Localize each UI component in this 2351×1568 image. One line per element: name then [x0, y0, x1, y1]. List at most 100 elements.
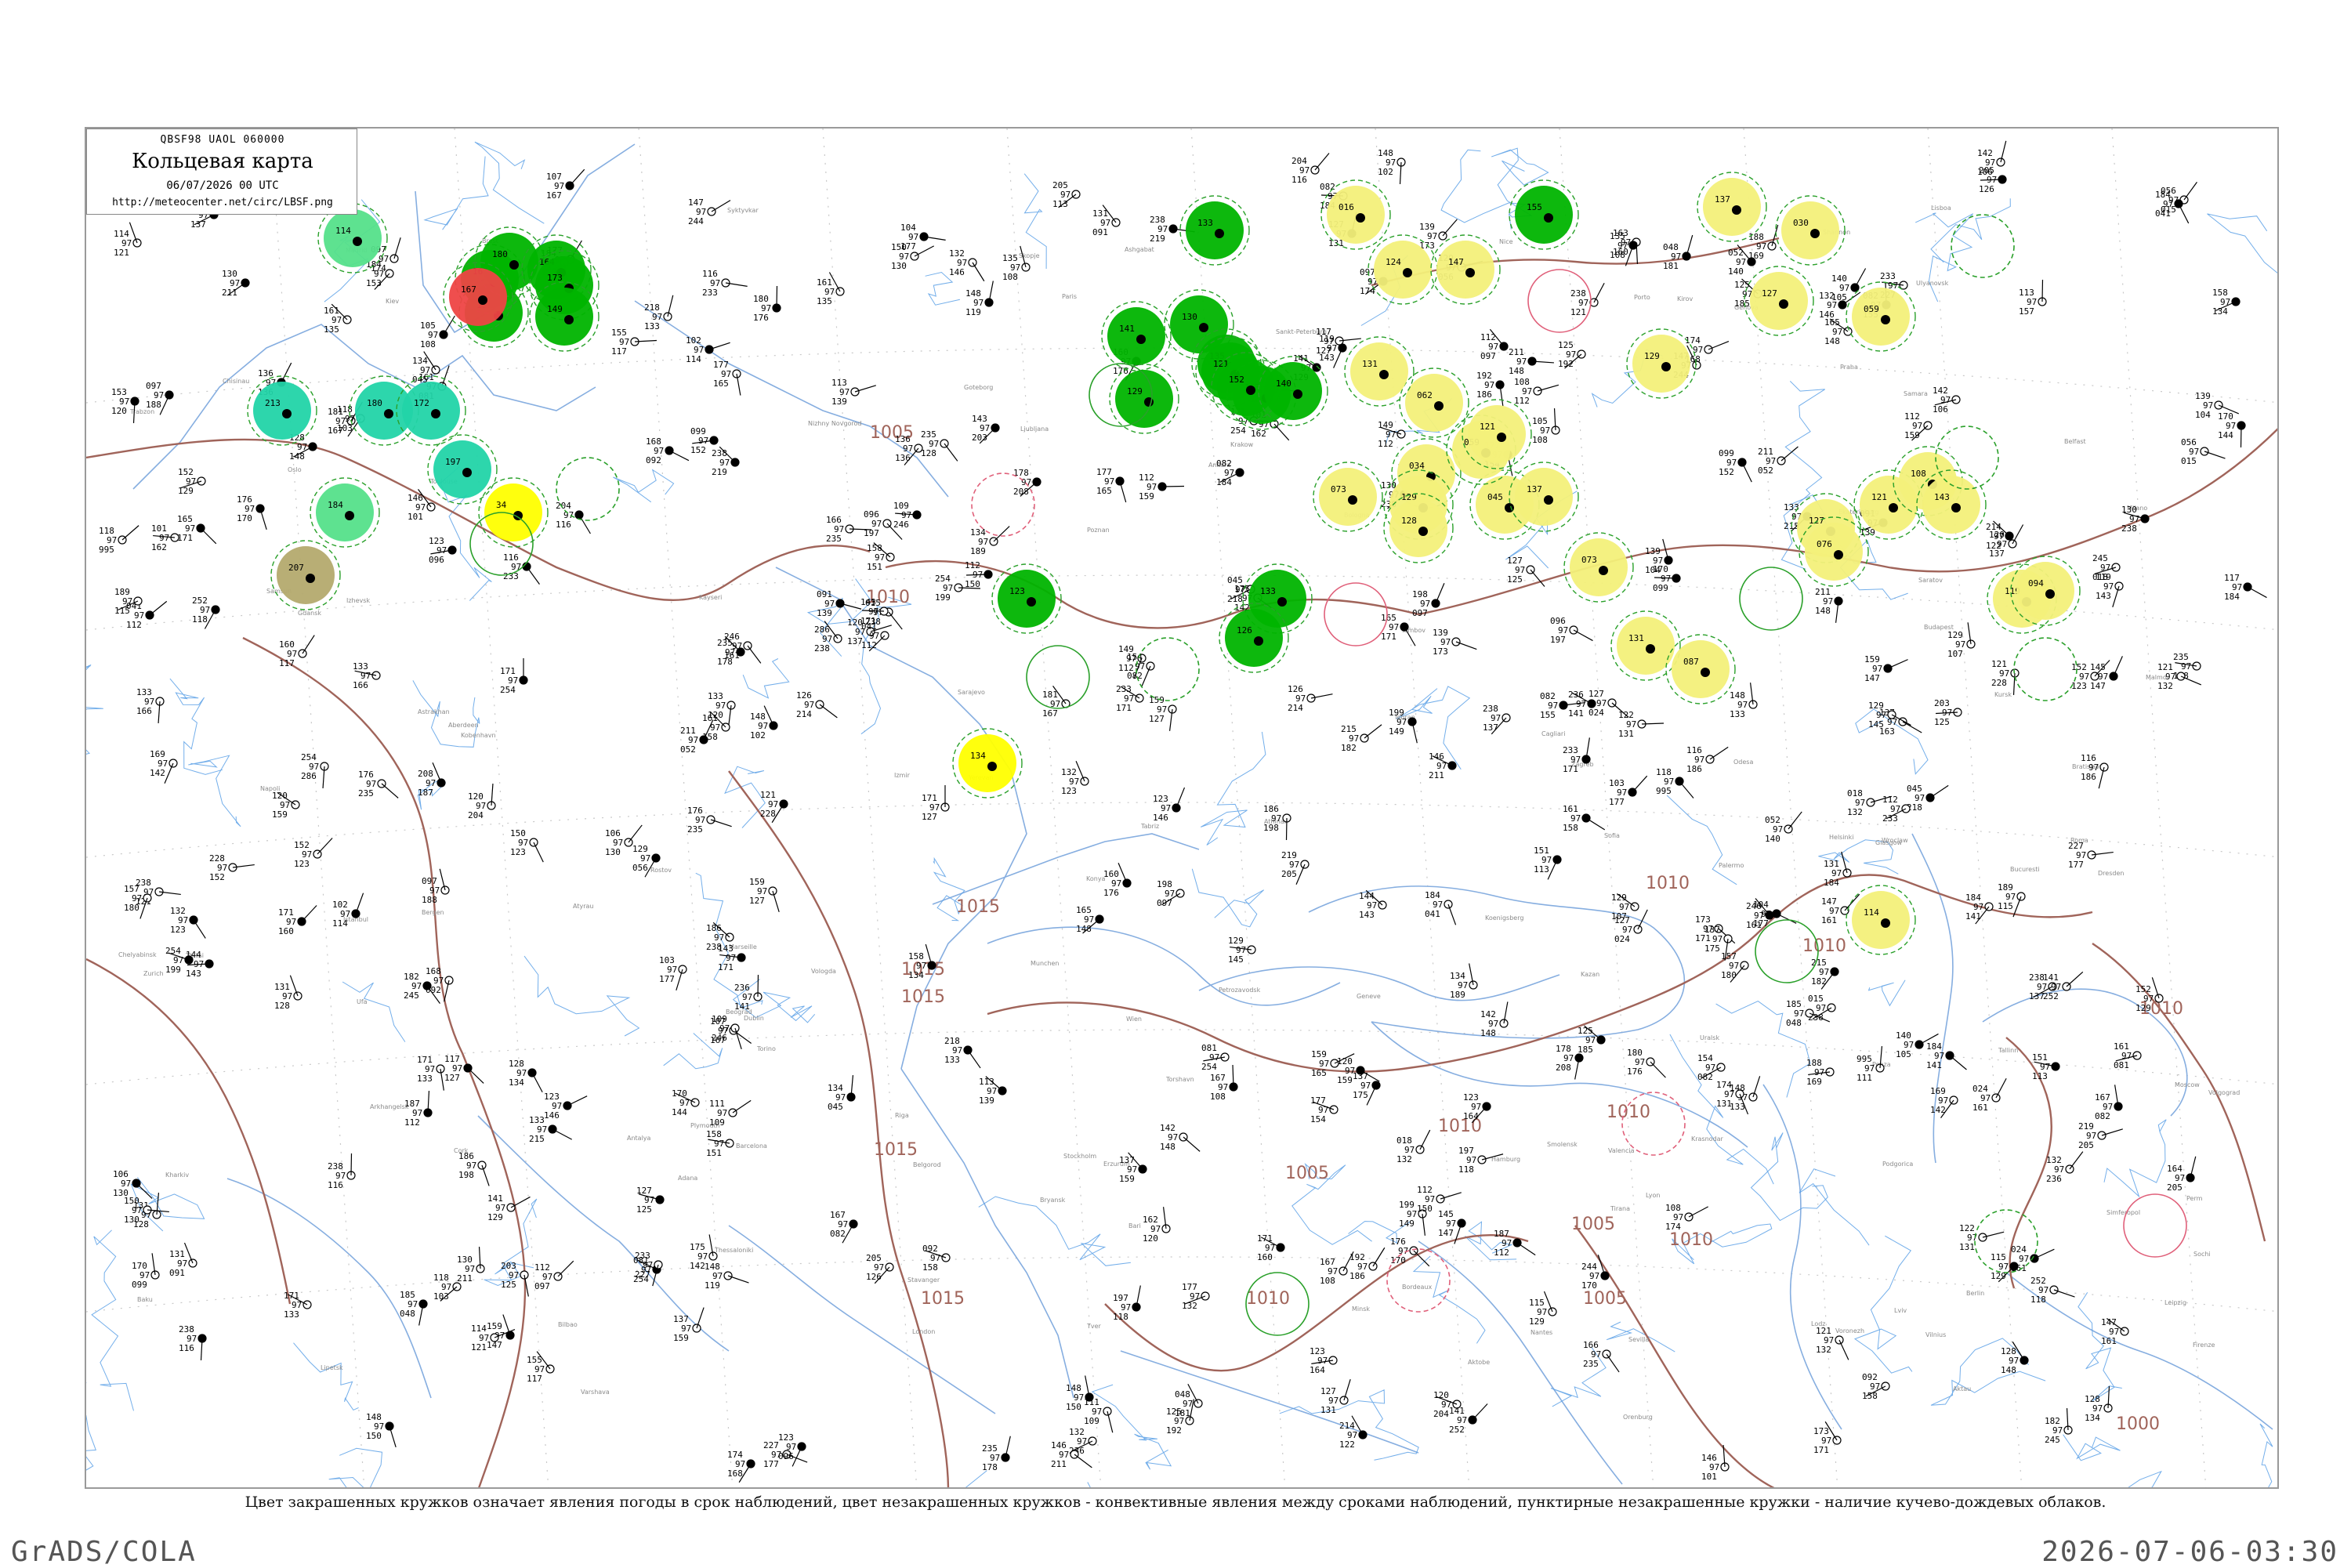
wind-barb [2102, 1129, 2123, 1135]
station-pressure: 126 [866, 1272, 882, 1282]
wind-barb [1930, 785, 1948, 798]
station-plot: 11297159 [1139, 473, 1184, 502]
station-pressure: 148 [1160, 1142, 1176, 1152]
place-name: Krasnodar [1691, 1135, 1724, 1143]
station-plot: 23697141 [734, 975, 762, 1012]
station-pressure: 134 [2212, 306, 2228, 317]
station-pressure: 148 [1509, 366, 1524, 376]
place-name: Poznan [1087, 527, 1110, 534]
weather-circle: 167 [444, 263, 513, 331]
river [1855, 1236, 1912, 1373]
station-circle [1810, 229, 1820, 238]
place-name: Munchen [1031, 960, 1060, 967]
wind-barb [1274, 424, 1289, 440]
station-plot: 23897121 [1570, 283, 1604, 317]
station-plot: 21997205 [1281, 850, 1309, 885]
station-circle [1497, 433, 1506, 442]
station-circle [1277, 597, 1287, 607]
station-plot: 21597182 [1341, 724, 1382, 753]
station-circle [1379, 370, 1389, 379]
station-pressure: 189 [1450, 990, 1465, 1000]
weather-circle-label: 108 [1911, 469, 1926, 479]
station-plot: 12797131 [1320, 1379, 1350, 1415]
wind-barb [1436, 583, 1444, 603]
station-pressure: 169 [1748, 251, 1764, 261]
station-plot: 23897116 [328, 1153, 355, 1190]
place-name: Perm [2186, 1195, 2203, 1202]
station-pressure: 133 [944, 1055, 960, 1065]
station-pressure: 148 [1815, 606, 1831, 616]
river [1414, 1256, 1485, 1343]
station-plot: 18497041 [1425, 890, 1456, 925]
river [475, 142, 544, 223]
station-circle [1881, 315, 1890, 324]
station-plot: 12697214 [1288, 684, 1332, 713]
wind-barb [2179, 204, 2189, 223]
wind-barb [2204, 451, 2225, 458]
place-name: Glasgow [1875, 839, 1902, 846]
wind-barb [1742, 462, 1751, 482]
parallel-line [86, 802, 2279, 857]
station-pressure: 092 [646, 455, 661, 465]
weather-circle-label: 087 [1683, 657, 1699, 667]
place-name: Tver [1086, 1323, 1102, 1330]
station-pressure: 143 [2096, 591, 2111, 601]
station-pressure: 235 [826, 534, 842, 544]
station-plot: 11897995 [99, 526, 139, 555]
station-pressure: 184 [2224, 592, 2240, 602]
station-pressure: 211 [457, 1273, 473, 1284]
station-pressure: 121 [471, 1342, 487, 1353]
station-circle [1348, 495, 1357, 505]
wind-barb [1443, 219, 1457, 236]
isobar [886, 561, 1418, 628]
station-pressure: 152 [209, 872, 225, 882]
station-pressure: 153 [366, 278, 382, 288]
station-plot: 25297118 [192, 596, 219, 628]
station-circle [1661, 362, 1671, 371]
wind-barb [1517, 1243, 1535, 1255]
station-plot: 12797125 [636, 1186, 664, 1215]
station-plot: 16597171 [177, 514, 216, 544]
wind-barb [2248, 587, 2266, 598]
place-name: Bergen [422, 909, 444, 916]
station-pressure: 131 [1959, 1242, 1975, 1252]
weather-circle-fill [1781, 201, 1839, 259]
station-pressure: 238 [2121, 523, 2137, 534]
station-plot: 23397171 [1563, 737, 1590, 774]
place-name: Thessaloniki [714, 1247, 753, 1254]
station-pressure: 159 [1337, 1075, 1353, 1085]
weather-circle-fill [1468, 405, 1526, 463]
station-pressure: 109 [709, 1117, 725, 1128]
station-pressure: 142 [690, 1261, 705, 1271]
station-pressure: 150 [1066, 1402, 1081, 1412]
station-pressure: 227 [635, 1269, 650, 1280]
station-plot: 11397139 [831, 378, 876, 407]
station-pressure: 135 [817, 296, 832, 306]
station-pressure: 125 [636, 1204, 652, 1215]
weather-circle: 094 [2011, 556, 2080, 625]
place-name: Atyrau [573, 903, 593, 910]
station-pressure: 104 [2195, 410, 2211, 420]
station-pressure: 119 [965, 307, 981, 317]
station-plot: 17697235 [687, 806, 732, 835]
station-pressure: 185 [1578, 1045, 1593, 1055]
station-plot: 12697214 [796, 690, 837, 719]
station-plot: 15097123 [510, 828, 543, 862]
wind-barb [1839, 1340, 1849, 1360]
weather-circle-label: 045 [1487, 492, 1503, 502]
station-pressure: 041 [2155, 208, 2171, 219]
station-plot: 08297184 [1216, 458, 1244, 487]
place-name: Vilnius [1925, 1331, 1946, 1338]
station-plot: 17497168 [727, 1450, 755, 1483]
weather-circle-label: 129 [1644, 351, 1660, 361]
station-pressure: 133 [1730, 1102, 1745, 1112]
river [2063, 1435, 2121, 1461]
station-plot: 11597129 [1529, 1291, 1556, 1327]
station-pressure: 233 [1882, 813, 1898, 824]
station-plot: 13497189 [970, 527, 1009, 556]
wind-barb [194, 920, 205, 938]
station-pressure: 096 [778, 1451, 794, 1461]
station-plot: 11297097 [534, 1261, 574, 1291]
station-pressure: 125 [1507, 574, 1523, 585]
station-plot: 12397096 [778, 1432, 806, 1466]
